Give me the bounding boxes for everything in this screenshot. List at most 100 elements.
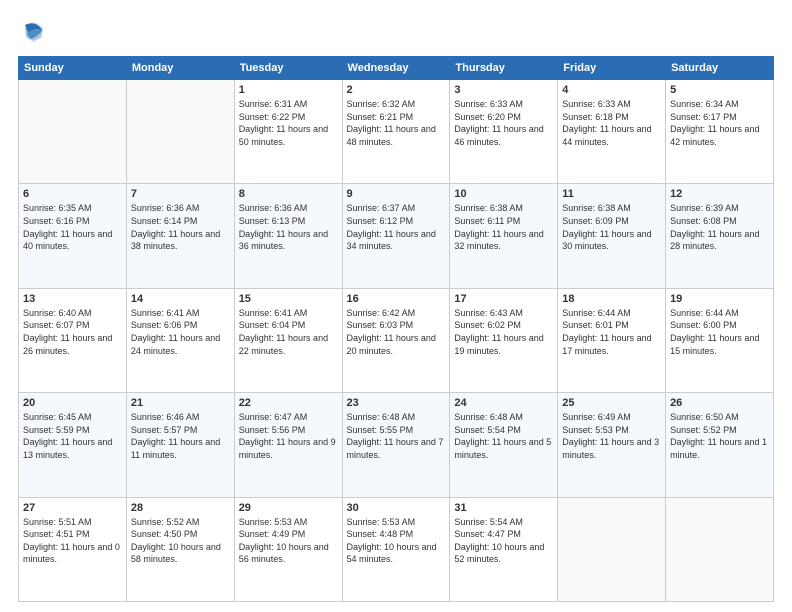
day-info: Sunrise: 6:38 AM Sunset: 6:09 PM Dayligh… — [562, 202, 661, 252]
table-row — [666, 497, 774, 601]
table-row: 10Sunrise: 6:38 AM Sunset: 6:11 PM Dayli… — [450, 184, 558, 288]
calendar-header-row: Sunday Monday Tuesday Wednesday Thursday… — [19, 57, 774, 80]
day-number: 1 — [239, 84, 338, 96]
day-number: 31 — [454, 502, 553, 514]
day-number: 12 — [670, 188, 769, 200]
logo-icon — [18, 18, 46, 46]
day-info: Sunrise: 6:48 AM Sunset: 5:55 PM Dayligh… — [347, 411, 446, 461]
table-row: 30 Sunrise: 5:53 AM Sunset: 4:48 PM Dayli… — [342, 497, 450, 601]
day-number: 25 — [562, 397, 661, 409]
col-tuesday: Tuesday — [234, 57, 342, 80]
table-row: 11 Sunrise: 6:38 AM Sunset: 6:09 PM Dayli… — [558, 184, 666, 288]
header — [18, 18, 774, 46]
day-info: Sunrise: 6:44 AM Sunset: 6:00 PM Dayligh… — [670, 307, 769, 357]
day-info: Sunrise: 6:48 AM Sunset: 5:54 PM Dayligh… — [454, 411, 553, 461]
calendar-week-row: 13 Sunrise: 6:40 AM Sunset: 6:07 PM Dayli… — [19, 288, 774, 392]
day-number: 14 — [131, 293, 230, 305]
table-row: 12 Sunrise: 6:39 AM Sunset: 6:08 PM Dayli… — [666, 184, 774, 288]
table-row: 27 Sunrise: 5:51 AM Sunset: 4:51 PM Dayli… — [19, 497, 127, 601]
day-number: 16 — [347, 293, 446, 305]
day-info: Sunrise: 6:41 AM Sunset: 6:04 PM Dayligh… — [239, 307, 338, 357]
day-info: Sunrise: 6:34 AM Sunset: 6:17 PM Dayligh… — [670, 98, 769, 148]
table-row: 17Sunrise: 6:43 AM Sunset: 6:02 PM Dayli… — [450, 288, 558, 392]
calendar-table: Sunday Monday Tuesday Wednesday Thursday… — [18, 56, 774, 602]
day-info: Sunrise: 6:33 AM Sunset: 6:20 PM Dayligh… — [454, 98, 553, 148]
day-info: Sunrise: 6:44 AM Sunset: 6:01 PM Dayligh… — [562, 307, 661, 357]
day-info: Sunrise: 6:42 AM Sunset: 6:03 PM Dayligh… — [347, 307, 446, 357]
table-row: 29Sunrise: 5:53 AM Sunset: 4:49 PM Dayli… — [234, 497, 342, 601]
calendar-week-row: 6 Sunrise: 6:35 AM Sunset: 6:16 PM Daylig… — [19, 184, 774, 288]
day-info: Sunrise: 5:52 AM Sunset: 4:50 PM Dayligh… — [131, 516, 230, 566]
day-number: 11 — [562, 188, 661, 200]
table-row: 24 Sunrise: 6:48 AM Sunset: 5:54 PM Dayli… — [450, 393, 558, 497]
day-info: Sunrise: 6:40 AM Sunset: 6:07 PM Dayligh… — [23, 307, 122, 357]
table-row: 6 Sunrise: 6:35 AM Sunset: 6:16 PM Daylig… — [19, 184, 127, 288]
col-friday: Friday — [558, 57, 666, 80]
day-number: 28 — [131, 502, 230, 514]
calendar-week-row: 1 Sunrise: 6:31 AM Sunset: 6:22 PM Daylig… — [19, 80, 774, 184]
day-info: Sunrise: 6:31 AM Sunset: 6:22 PM Dayligh… — [239, 98, 338, 148]
day-number: 13 — [23, 293, 122, 305]
day-number: 4 — [562, 84, 661, 96]
day-number: 8 — [239, 188, 338, 200]
day-info: Sunrise: 6:37 AM Sunset: 6:12 PM Dayligh… — [347, 202, 446, 252]
day-number: 15 — [239, 293, 338, 305]
col-wednesday: Wednesday — [342, 57, 450, 80]
table-row: 23 Sunrise: 6:48 AM Sunset: 5:55 PM Dayli… — [342, 393, 450, 497]
day-number: 23 — [347, 397, 446, 409]
day-info: Sunrise: 6:32 AM Sunset: 6:21 PM Dayligh… — [347, 98, 446, 148]
table-row: 15 Sunrise: 6:41 AM Sunset: 6:04 PM Dayli… — [234, 288, 342, 392]
table-row — [126, 80, 234, 184]
col-saturday: Saturday — [666, 57, 774, 80]
day-number: 19 — [670, 293, 769, 305]
day-number: 17 — [454, 293, 553, 305]
col-sunday: Sunday — [19, 57, 127, 80]
day-number: 21 — [131, 397, 230, 409]
day-info: Sunrise: 6:39 AM Sunset: 6:08 PM Dayligh… — [670, 202, 769, 252]
day-info: Sunrise: 6:47 AM Sunset: 5:56 PM Dayligh… — [239, 411, 338, 461]
day-info: Sunrise: 5:53 AM Sunset: 4:48 PM Dayligh… — [347, 516, 446, 566]
day-info: Sunrise: 6:50 AM Sunset: 5:52 PM Dayligh… — [670, 411, 769, 461]
table-row: 8 Sunrise: 6:36 AM Sunset: 6:13 PM Daylig… — [234, 184, 342, 288]
day-number: 26 — [670, 397, 769, 409]
day-number: 10 — [454, 188, 553, 200]
col-monday: Monday — [126, 57, 234, 80]
table-row: 28 Sunrise: 5:52 AM Sunset: 4:50 PM Dayli… — [126, 497, 234, 601]
table-row: 14Sunrise: 6:41 AM Sunset: 6:06 PM Dayli… — [126, 288, 234, 392]
table-row: 4 Sunrise: 6:33 AM Sunset: 6:18 PM Daylig… — [558, 80, 666, 184]
day-number: 24 — [454, 397, 553, 409]
day-number: 3 — [454, 84, 553, 96]
table-row: 18 Sunrise: 6:44 AM Sunset: 6:01 PM Dayli… — [558, 288, 666, 392]
day-number: 27 — [23, 502, 122, 514]
day-number: 2 — [347, 84, 446, 96]
day-info: Sunrise: 6:49 AM Sunset: 5:53 PM Dayligh… — [562, 411, 661, 461]
table-row: 5 Sunrise: 6:34 AM Sunset: 6:17 PM Daylig… — [666, 80, 774, 184]
table-row: 3 Sunrise: 6:33 AM Sunset: 6:20 PM Daylig… — [450, 80, 558, 184]
table-row: 22Sunrise: 6:47 AM Sunset: 5:56 PM Dayli… — [234, 393, 342, 497]
day-number: 20 — [23, 397, 122, 409]
day-number: 30 — [347, 502, 446, 514]
day-info: Sunrise: 6:33 AM Sunset: 6:18 PM Dayligh… — [562, 98, 661, 148]
day-number: 9 — [347, 188, 446, 200]
table-row: 13 Sunrise: 6:40 AM Sunset: 6:07 PM Dayli… — [19, 288, 127, 392]
table-row: 31 Sunrise: 5:54 AM Sunset: 4:47 PM Dayli… — [450, 497, 558, 601]
page: Sunday Monday Tuesday Wednesday Thursday… — [0, 0, 792, 612]
day-number: 7 — [131, 188, 230, 200]
day-number: 18 — [562, 293, 661, 305]
table-row: 25 Sunrise: 6:49 AM Sunset: 5:53 PM Dayli… — [558, 393, 666, 497]
table-row: 2 Sunrise: 6:32 AM Sunset: 6:21 PM Daylig… — [342, 80, 450, 184]
day-number: 6 — [23, 188, 122, 200]
table-row: 19 Sunrise: 6:44 AM Sunset: 6:00 PM Dayli… — [666, 288, 774, 392]
day-info: Sunrise: 6:35 AM Sunset: 6:16 PM Dayligh… — [23, 202, 122, 252]
day-info: Sunrise: 6:36 AM Sunset: 6:14 PM Dayligh… — [131, 202, 230, 252]
day-info: Sunrise: 6:45 AM Sunset: 5:59 PM Dayligh… — [23, 411, 122, 461]
calendar-week-row: 27 Sunrise: 5:51 AM Sunset: 4:51 PM Dayli… — [19, 497, 774, 601]
day-info: Sunrise: 5:53 AM Sunset: 4:49 PM Dayligh… — [239, 516, 338, 566]
day-info: Sunrise: 5:54 AM Sunset: 4:47 PM Dayligh… — [454, 516, 553, 566]
calendar-week-row: 20 Sunrise: 6:45 AM Sunset: 5:59 PM Dayli… — [19, 393, 774, 497]
logo — [18, 18, 50, 46]
day-number: 5 — [670, 84, 769, 96]
day-info: Sunrise: 5:51 AM Sunset: 4:51 PM Dayligh… — [23, 516, 122, 566]
day-info: Sunrise: 6:36 AM Sunset: 6:13 PM Dayligh… — [239, 202, 338, 252]
table-row: 1 Sunrise: 6:31 AM Sunset: 6:22 PM Daylig… — [234, 80, 342, 184]
